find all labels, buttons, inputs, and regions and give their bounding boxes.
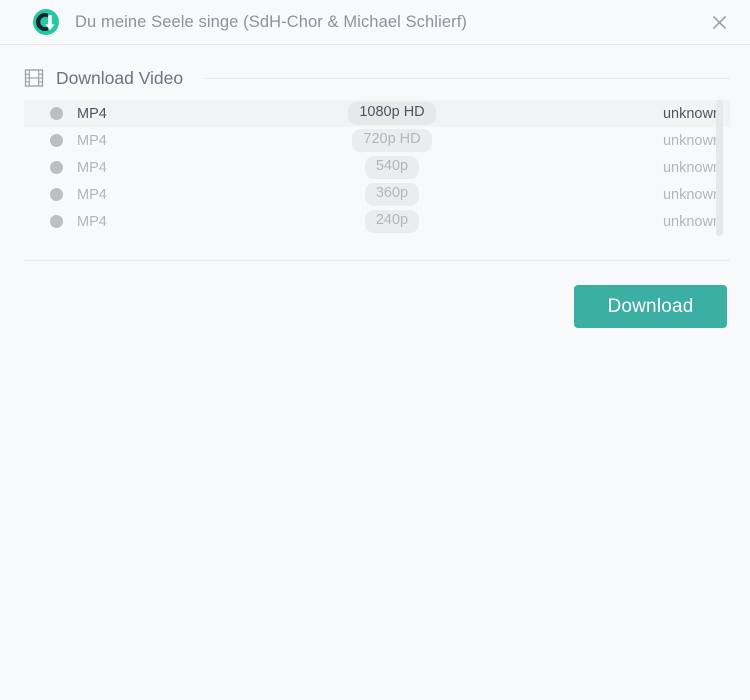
- format-label: MP4: [77, 213, 107, 230]
- download-button[interactable]: Download: [574, 285, 727, 328]
- filesize-label: unknown: [662, 159, 721, 176]
- radio-button-icon[interactable]: [50, 215, 63, 228]
- quality-cell: 540p: [317, 156, 467, 179]
- quality-badge: 540p: [364, 156, 420, 179]
- close-button[interactable]: [702, 5, 736, 39]
- table-row[interactable]: MP4 360p unknown: [24, 181, 730, 208]
- video-format-list: MP4 1080p HD unknown MP4 720p HD unknown…: [24, 100, 730, 236]
- quality-cell: 720p HD: [317, 129, 467, 152]
- window-title: Du meine Seele singe (SdH-Chor & Michael…: [75, 12, 467, 31]
- table-row[interactable]: MP4 720p HD unknown: [24, 127, 730, 154]
- list-scrollbar[interactable]: [716, 100, 723, 236]
- section-title: Download Video: [56, 67, 184, 88]
- filesize-label: unknown: [662, 186, 721, 203]
- filesize-label: unknown: [662, 105, 721, 122]
- download-circle-logo-icon: [33, 9, 59, 35]
- section-header: Download Video: [24, 64, 730, 92]
- quality-badge: 720p HD: [352, 129, 432, 152]
- radio-button-icon[interactable]: [50, 134, 63, 147]
- table-row[interactable]: MP4 540p unknown: [24, 154, 730, 181]
- table-row[interactable]: MP4 240p unknown: [24, 208, 730, 235]
- quality-badge: 360p: [364, 183, 420, 206]
- quality-badge: 1080p HD: [348, 102, 436, 125]
- filesize-label: unknown: [662, 132, 721, 149]
- window-titlebar: Du meine Seele singe (SdH-Chor & Michael…: [0, 0, 750, 45]
- quality-cell: 1080p HD: [317, 102, 467, 125]
- radio-button-icon[interactable]: [50, 107, 63, 120]
- footer-divider: [24, 260, 730, 261]
- radio-button-icon[interactable]: [50, 188, 63, 201]
- format-label: MP4: [77, 159, 107, 176]
- filesize-label: unknown: [662, 213, 721, 230]
- radio-button-icon[interactable]: [50, 161, 63, 174]
- section-divider: [205, 77, 730, 79]
- format-label: MP4: [77, 132, 107, 149]
- format-label: MP4: [77, 186, 107, 203]
- quality-cell: 360p: [317, 183, 467, 206]
- quality-badge: 240p: [364, 210, 420, 233]
- film-strip-icon: [24, 69, 44, 87]
- format-label: MP4: [77, 105, 107, 122]
- table-row[interactable]: MP4 1080p HD unknown: [24, 100, 730, 127]
- close-icon: [712, 15, 726, 29]
- quality-cell: 240p: [317, 210, 467, 233]
